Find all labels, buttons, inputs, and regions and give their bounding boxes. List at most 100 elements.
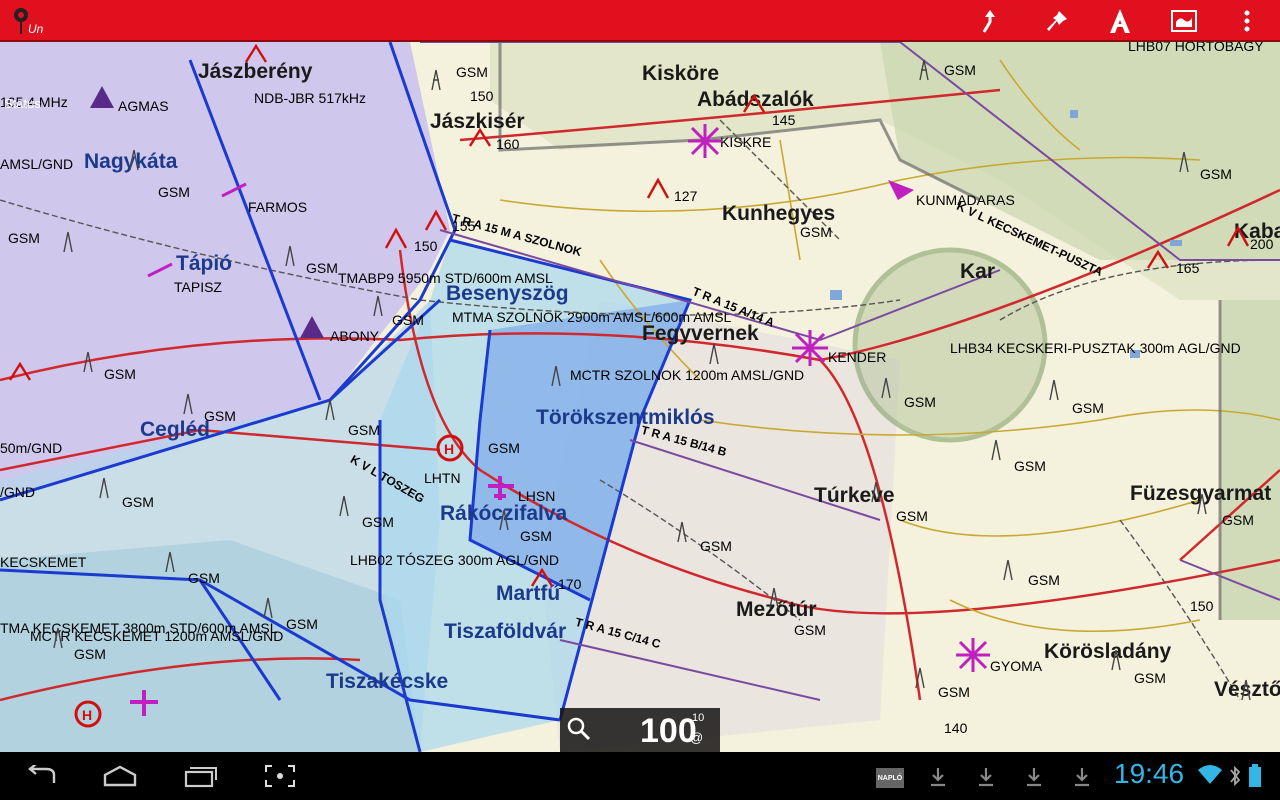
airfield-label: GYOMA (990, 658, 1043, 674)
status-clock: 19:46 (1114, 758, 1185, 789)
aeronautical-map[interactable]: Jászberény Jászkisér Kisköre Abádszalók … (0, 42, 1280, 752)
town-label: Abádszalók (697, 88, 814, 111)
scale-at: @ (690, 730, 704, 745)
airspace-label: 50m/GND (0, 440, 63, 456)
gsm-label: GSM (74, 646, 106, 662)
gsm-label: GSM (104, 366, 136, 382)
scale-value: 100 (640, 712, 697, 750)
town-label: Tápió (176, 252, 232, 275)
town-label: Jászkisér (430, 110, 525, 133)
svg-text:Un: Un (28, 22, 44, 36)
gsm-label: GSM (794, 622, 826, 638)
status-label: Status (4, 96, 41, 111)
town-label: Körösladány (1044, 640, 1172, 663)
scale-superscript: 10 (692, 712, 705, 724)
airspace-label: NDB-JBR 517kHz (254, 90, 367, 106)
home-icon[interactable] (90, 758, 150, 794)
airspace-label: LHB34 KECSKERI-PUSZTAK 300m AGL/GND (950, 340, 1241, 356)
airfield-label: LHSN (518, 488, 556, 504)
recent-apps-icon[interactable] (170, 758, 230, 794)
town-label: Nagykáta (84, 150, 178, 173)
gsm-label: GSM (800, 224, 832, 240)
airfield-label: KECSKEMET (0, 554, 87, 570)
height-label: 145 (772, 112, 796, 128)
height-label: 150 (1190, 598, 1214, 614)
height-label: 160 (496, 136, 520, 152)
airspace-label: TMABP9 5950m STD/600m AMSL (338, 270, 553, 286)
gsm-label: GSM (392, 312, 424, 328)
town-label: Vésztő (1214, 678, 1280, 701)
gsm-label: GSM (1200, 166, 1232, 182)
airfield-label: TAPISZ (174, 279, 222, 295)
height-label: 170 (558, 576, 582, 592)
gsm-label: GSM (944, 62, 976, 78)
height-label: 155 (452, 218, 476, 234)
status-indicator[interactable]: Status (4, 96, 41, 111)
town-label: Cegléd (140, 418, 211, 441)
airfield-label: KUNMADARAS (916, 192, 1015, 208)
airfield-label: KISKRE (720, 134, 772, 150)
battery-icon (1249, 764, 1261, 787)
height-label: 165 (1176, 260, 1200, 276)
gsm-label: GSM (204, 408, 236, 424)
town-label: Túrkeve (814, 484, 895, 507)
town-label: Törökszentmiklós (536, 406, 715, 429)
town-label: Mezőtúr (736, 598, 817, 621)
gsm-label: GSM (348, 422, 380, 438)
gsm-label: GSM (1134, 670, 1166, 686)
airspace-label: LHB07 HORTOBÁGY (1128, 42, 1264, 54)
gsm-label: GSM (488, 440, 520, 456)
gsm-label: GSM (306, 260, 338, 276)
airfield-label: LHTN (424, 470, 461, 486)
download-icon[interactable] (1072, 766, 1092, 788)
app-toolbar: Un (0, 0, 1280, 42)
town-label: Rákóczifalva (440, 502, 568, 525)
zoom-scale-control[interactable]: 100 10 @ (560, 708, 720, 752)
screenshot-icon[interactable] (250, 758, 310, 794)
airfield-label: AGMAS (118, 98, 169, 114)
search-icon[interactable] (566, 716, 592, 742)
gsm-label: GSM (904, 394, 936, 410)
airspace-label: MCTR SZOLNOK 1200m AMSL/GND (570, 367, 805, 383)
gsm-label: GSM (286, 616, 318, 632)
airspace-label: MCTR KECSKEMET 1200m AMSL/GND (30, 628, 284, 644)
airfield-label: FARMOS (248, 199, 308, 215)
town-label: Kisköre (642, 62, 720, 85)
gsm-label: GSM (1222, 512, 1254, 528)
town-label: Kar (960, 260, 996, 283)
height-label: 150 (414, 238, 438, 254)
gsm-label: GSM (158, 184, 190, 200)
gsm-label: GSM (1014, 458, 1046, 474)
route-icon[interactable] (974, 4, 1008, 38)
town-label: Füzesgyarmat (1130, 482, 1272, 505)
app-logo-icon[interactable]: Un (12, 6, 44, 36)
height-label: 127 (674, 188, 698, 204)
airspace-label: LHB02 TÓSZEG 300m AGL/GND (350, 552, 560, 568)
height-label: 140 (944, 720, 968, 736)
gsm-label: GSM (896, 508, 928, 524)
town-label: Tiszaföldvár (444, 620, 567, 643)
gsm-label: GSM (700, 538, 732, 554)
map-layer-icon[interactable] (1167, 4, 1201, 38)
gsm-label: GSM (122, 494, 154, 510)
pin-icon[interactable] (1040, 4, 1074, 38)
gsm-label: GSM (938, 684, 970, 700)
gsm-label: GSM (1028, 572, 1060, 588)
gsm-label: GSM (8, 230, 40, 246)
download-icon[interactable] (1024, 766, 1044, 788)
airspace-icon[interactable] (1103, 4, 1137, 38)
airspace-label: AMSL/GND (0, 156, 74, 172)
naplo-notification-icon[interactable]: NAPLÓ (876, 768, 904, 788)
gsm-label: GSM (520, 528, 552, 544)
download-icon[interactable] (928, 766, 948, 788)
back-icon[interactable] (12, 758, 72, 794)
gsm-label: GSM (456, 64, 488, 80)
download-icon[interactable] (976, 766, 996, 788)
town-label: Jászberény (198, 60, 313, 83)
height-label: 200 (1250, 236, 1274, 252)
bluetooth-icon (1230, 765, 1241, 787)
overflow-menu-icon[interactable] (1230, 4, 1264, 38)
airfield-label: KENDER (828, 349, 887, 365)
wifi-icon (1198, 765, 1222, 784)
airspace-label: MTMA SZOLNOK 2900m AMSL/600m AMSL (452, 309, 732, 325)
